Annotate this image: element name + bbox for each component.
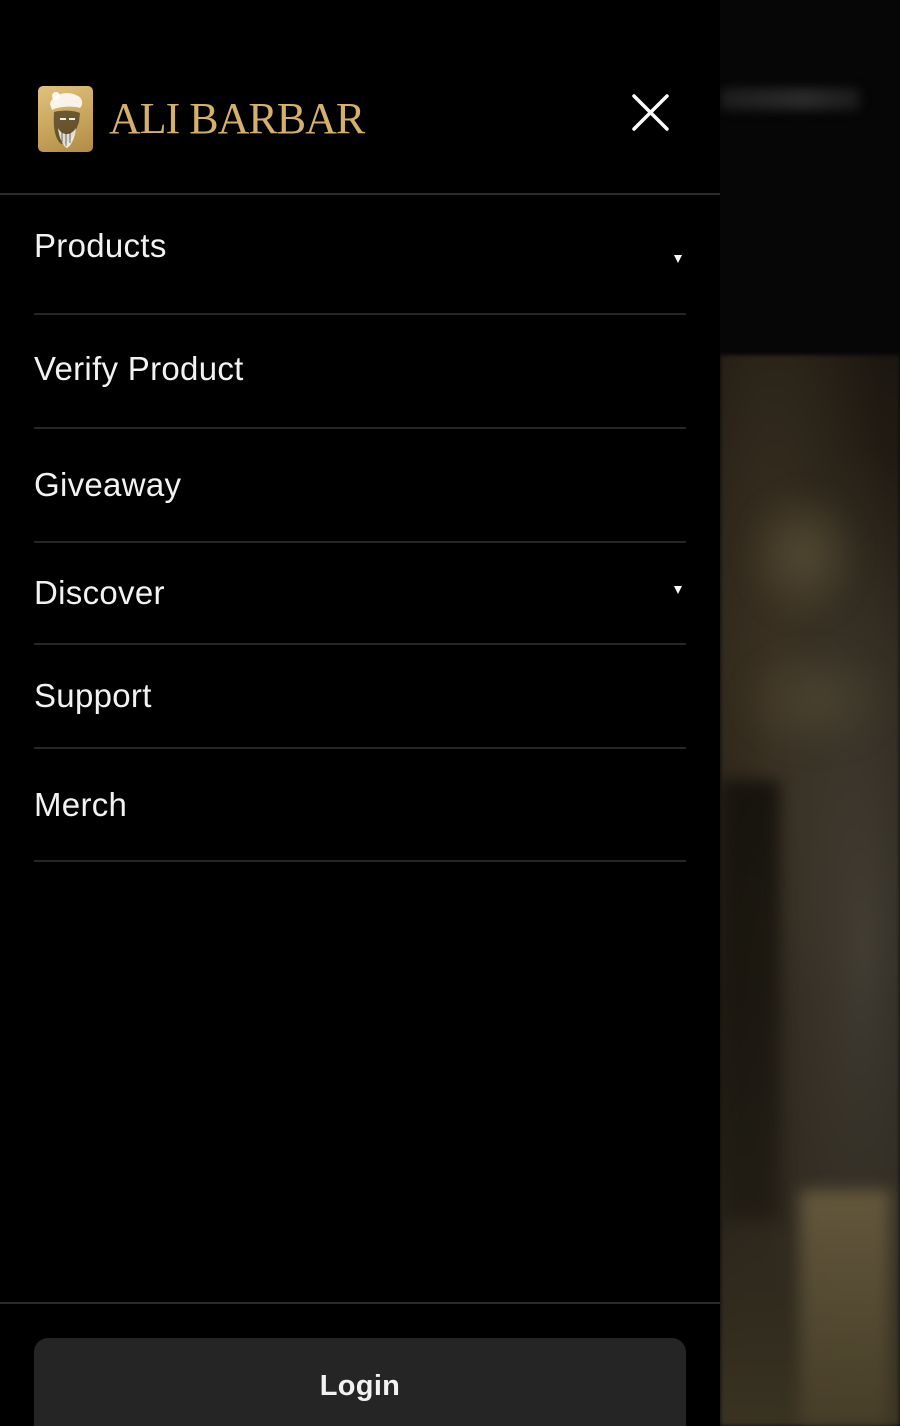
menu-item-label: Discover bbox=[34, 574, 165, 611]
navigation-drawer: ALI BARBAR Products Verify Product Givea… bbox=[0, 0, 720, 1426]
caret-down-icon bbox=[674, 586, 682, 594]
footer-divider bbox=[0, 1302, 720, 1304]
background-page-overlay[interactable] bbox=[720, 0, 900, 1426]
background-blur-shape bbox=[720, 780, 780, 1220]
menu-item-giveaway[interactable]: Giveaway bbox=[34, 429, 686, 543]
caret-down-icon bbox=[674, 255, 682, 263]
menu-item-label: Giveaway bbox=[34, 466, 182, 503]
menu-item-label: Support bbox=[34, 677, 152, 714]
menu-item-label: Products bbox=[34, 227, 167, 264]
background-blur-shape bbox=[800, 1190, 890, 1426]
menu-item-label: Verify Product bbox=[34, 349, 244, 387]
menu-item-label: Merch bbox=[34, 785, 128, 823]
background-blur-shape bbox=[730, 640, 900, 760]
menu-item-products[interactable]: Products bbox=[34, 195, 686, 315]
close-button[interactable] bbox=[626, 88, 676, 138]
menu-item-discover[interactable]: Discover bbox=[34, 543, 686, 645]
menu-item-support[interactable]: Support bbox=[34, 645, 686, 749]
drawer-header: ALI BARBAR bbox=[0, 0, 720, 195]
page: ALI BARBAR Products Verify Product Givea… bbox=[0, 0, 900, 1426]
brand-logo[interactable]: ALI BARBAR bbox=[38, 86, 365, 152]
turbaned-man-icon bbox=[38, 86, 93, 152]
login-label: Login bbox=[319, 1370, 401, 1402]
menu-item-verify-product[interactable]: Verify Product bbox=[34, 315, 686, 429]
menu-item-merch[interactable]: Merch bbox=[34, 749, 686, 862]
background-header bbox=[720, 0, 900, 355]
drawer-menu: Products Verify Product Giveaway Discove… bbox=[34, 195, 686, 862]
close-icon bbox=[632, 94, 669, 131]
brand-name: ALI BARBAR bbox=[109, 94, 365, 143]
background-blurred-text bbox=[720, 88, 860, 110]
background-blur-shape bbox=[738, 480, 868, 630]
login-button[interactable]: Login bbox=[34, 1338, 686, 1426]
